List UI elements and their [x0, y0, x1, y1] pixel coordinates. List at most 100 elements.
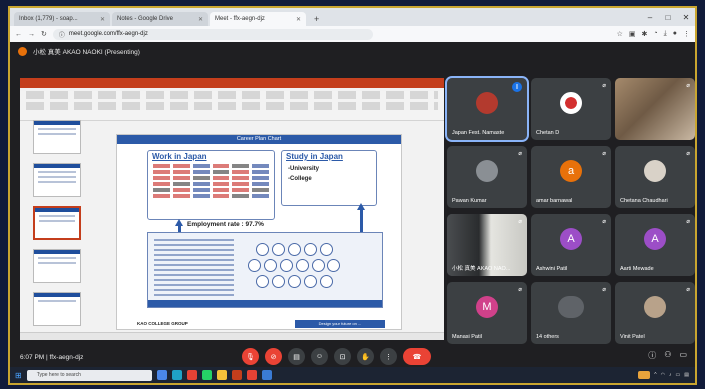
menu-icon[interactable]: ⋮	[683, 30, 690, 38]
chat-icon[interactable]: ▭	[679, 350, 687, 361]
slide-thumbnail[interactable]	[33, 292, 81, 326]
muted-mic-icon: ⌀	[602, 219, 606, 225]
presenter-name: 小松 真美 AKAO NAOKI (Presenting)	[33, 49, 140, 56]
weather-icon[interactable]	[638, 371, 651, 379]
others-count: 14 others	[536, 334, 559, 340]
footer-band: Design your future on ...	[295, 319, 385, 328]
reactions-button[interactable]: ☺	[311, 348, 328, 365]
study-item: -College	[288, 176, 312, 182]
meet-side-controls: ⓘ ⚇ ▭	[648, 350, 687, 361]
captions-button[interactable]: ▤	[288, 348, 305, 365]
participant-tile[interactable]: ⌀ Chetana Chaudhari	[615, 146, 695, 208]
work-in-japan-title: Work in Japan	[152, 152, 207, 161]
tray-chevron-icon[interactable]: ^	[654, 372, 656, 378]
back-icon[interactable]: ←	[15, 31, 22, 38]
bookmark-star-icon[interactable]: ☆	[617, 30, 623, 38]
slide-footer: KAO COLLEGE GROUP Design your future on …	[117, 318, 401, 329]
participant-tile[interactable]: ⌀ Vinit Patel	[615, 282, 695, 344]
meeting-code: ffx-aegn-djz	[49, 353, 84, 361]
participant-name: Chetana Chaudhari	[620, 198, 668, 204]
chrome-icon[interactable]	[246, 370, 257, 380]
whatsapp-icon[interactable]	[201, 370, 212, 380]
mic-off-button[interactable]: 🎙	[242, 348, 259, 365]
browser-tab-gmail[interactable]: Inbox (1,779) - soap... ✕	[14, 12, 110, 26]
reload-icon[interactable]: ↻	[41, 30, 47, 38]
slide-thumbnail[interactable]	[33, 120, 81, 154]
wifi-icon[interactable]: ◠	[661, 372, 665, 378]
new-tab-button[interactable]: +	[308, 14, 325, 26]
url-field[interactable]: ⓘ meet.google.com/ffx-aegn-djz	[52, 28, 373, 40]
edge-icon[interactable]	[171, 370, 182, 380]
meeting-separator: |	[46, 353, 48, 361]
school-list	[154, 239, 234, 299]
volume-icon[interactable]: ♪	[669, 372, 672, 378]
minimize-icon[interactable]: –	[641, 13, 659, 22]
slide-thumbnail[interactable]	[33, 163, 81, 197]
windows-start-icon[interactable]: ⊞	[15, 371, 22, 380]
participant-tile[interactable]: || Japan Fest. Namaste	[445, 76, 529, 142]
browser-toolbar-right: ☆ ▣ ✱ ◔ ⤓ ● ⋮	[617, 30, 690, 38]
participant-name: Pawan Kumar	[452, 198, 487, 204]
battery-icon[interactable]: ▭	[676, 372, 681, 378]
participant-tile[interactable]: A ⌀ Aarti Mewade	[615, 214, 695, 276]
muted-mic-icon: ⌀	[686, 83, 690, 89]
powerpoint-icon[interactable]	[231, 370, 242, 380]
close-window-icon[interactable]: ✕	[677, 13, 695, 22]
store-icon[interactable]	[261, 370, 272, 380]
download-icon[interactable]: ⤓	[664, 30, 667, 38]
leave-call-button[interactable]: ☎	[403, 348, 431, 365]
powerpoint-status-bar	[20, 332, 444, 340]
raise-hand-button[interactable]: ✋	[357, 348, 374, 365]
muted-mic-icon: ⌀	[518, 219, 522, 225]
sync-icon[interactable]: ◔	[653, 30, 657, 38]
company-logos	[148, 162, 274, 200]
others-avatar-stack	[558, 295, 584, 318]
participant-photo	[476, 159, 498, 182]
browser-tab-meet[interactable]: Meet - ffx-aegn-djz ✕	[210, 12, 306, 26]
school-network-box	[147, 232, 383, 308]
participant-initial-avatar: a	[560, 159, 582, 182]
close-icon[interactable]: ✕	[100, 16, 105, 23]
participant-tile[interactable]: ⌀ Chetan D	[531, 78, 611, 140]
work-in-japan-box: Work in Japan	[147, 150, 275, 220]
participant-tile[interactable]: ⌀ Pawan Kumar	[447, 146, 527, 208]
site-info-icon[interactable]: ⓘ	[59, 30, 65, 39]
task-view-icon[interactable]	[156, 370, 167, 380]
slide-thumbnail-selected[interactable]	[33, 206, 81, 240]
slide-thumbnail[interactable]	[33, 249, 81, 283]
arrow-up-icon	[175, 219, 183, 226]
ribbon-row	[26, 91, 438, 99]
forward-icon[interactable]: →	[28, 31, 35, 38]
participant-name: 小松 真美 AKAO NAO...	[452, 266, 511, 272]
school-circles	[248, 241, 340, 291]
others-tile[interactable]: ⌀ 14 others	[531, 282, 611, 344]
file-explorer-icon[interactable]	[216, 370, 227, 380]
tab-label: Notes - Google Drive	[117, 16, 174, 22]
profile-icon[interactable]: ●	[673, 30, 677, 38]
participant-tile[interactable]: ⌀	[615, 78, 695, 140]
close-icon[interactable]: ✕	[198, 16, 203, 23]
participant-tile[interactable]: a ⌀ amar barnawal	[531, 146, 611, 208]
chrome-icon[interactable]	[186, 370, 197, 380]
participant-tile[interactable]: A ⌀ Ashwini Patil	[531, 214, 611, 276]
employment-rate: Employment rate : 97.7%	[187, 221, 264, 228]
info-icon[interactable]: ⓘ	[648, 350, 656, 361]
camera-icon[interactable]: ▣	[629, 30, 636, 38]
meeting-time: 6:07 PM	[20, 353, 45, 361]
more-options-button[interactable]: ⋮	[380, 348, 397, 365]
participant-tile[interactable]: ⌀ 小松 真美 AKAO NAO...	[447, 214, 527, 276]
notifications-icon[interactable]: ▤	[684, 372, 689, 378]
extension-icon[interactable]: ✱	[642, 30, 648, 38]
browser-tab-drive[interactable]: Notes - Google Drive ✕	[112, 12, 208, 26]
maximize-icon[interactable]: □	[659, 13, 677, 22]
study-in-japan-title: Study in Japan	[286, 152, 343, 161]
camera-off-button[interactable]: ⊘	[265, 348, 282, 365]
participant-video	[615, 78, 695, 140]
close-icon[interactable]: ✕	[296, 16, 301, 23]
shared-screen: Career Plan Chart Work in Japan Study in…	[20, 78, 444, 340]
present-button[interactable]: ⊡	[334, 348, 351, 365]
participant-tile[interactable]: M ⌀ Manasi Patil	[447, 282, 527, 344]
people-icon[interactable]: ⚇	[664, 350, 671, 361]
taskbar-search-input[interactable]: Type here to search	[26, 369, 152, 381]
tab-label: Inbox (1,779) - soap...	[19, 16, 78, 22]
